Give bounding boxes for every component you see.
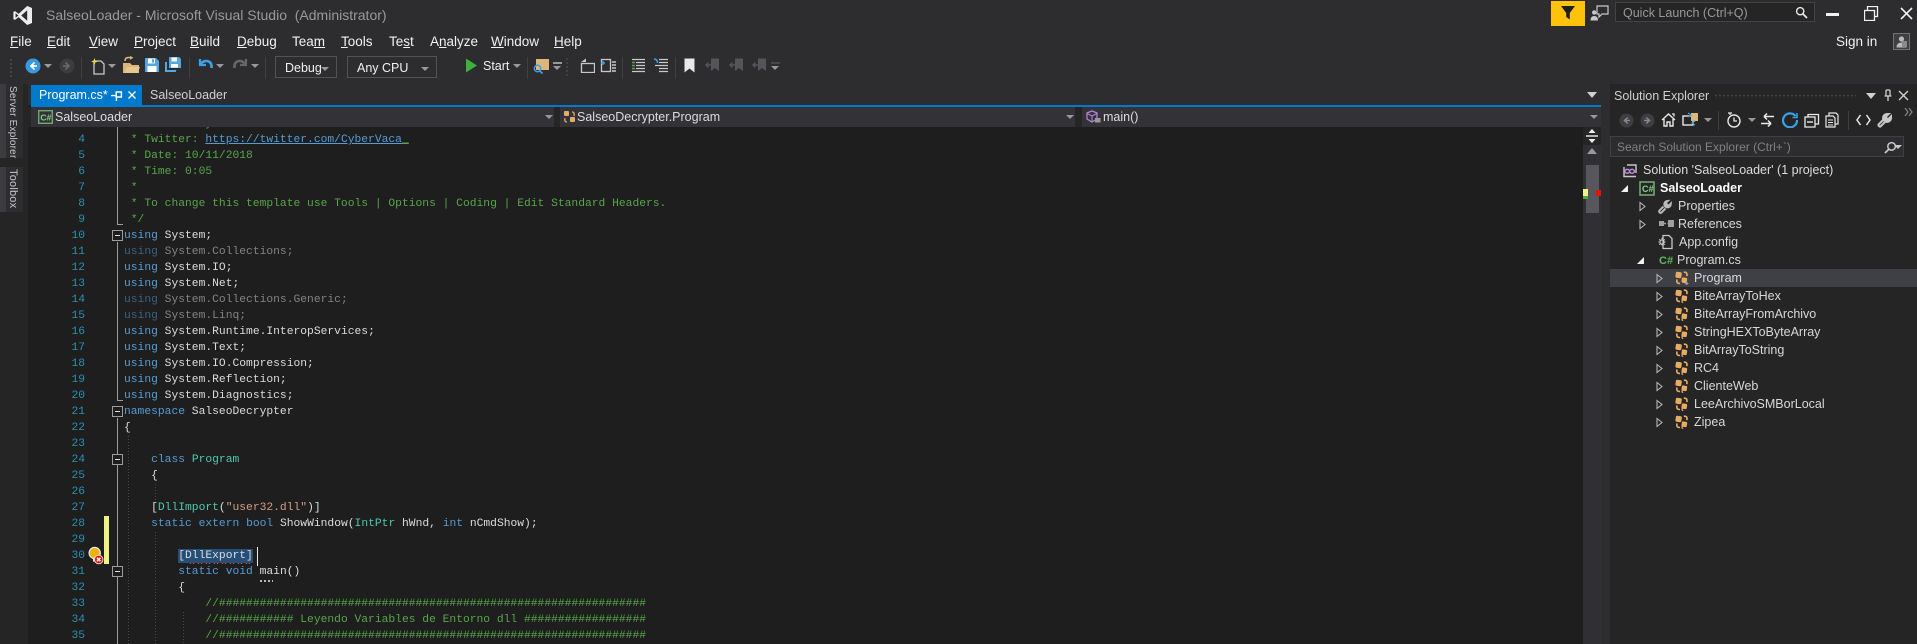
- svg-text:C#: C#: [1659, 255, 1673, 266]
- svg-text:C#: C#: [40, 113, 51, 123]
- svg-text:C#: C#: [1642, 184, 1654, 194]
